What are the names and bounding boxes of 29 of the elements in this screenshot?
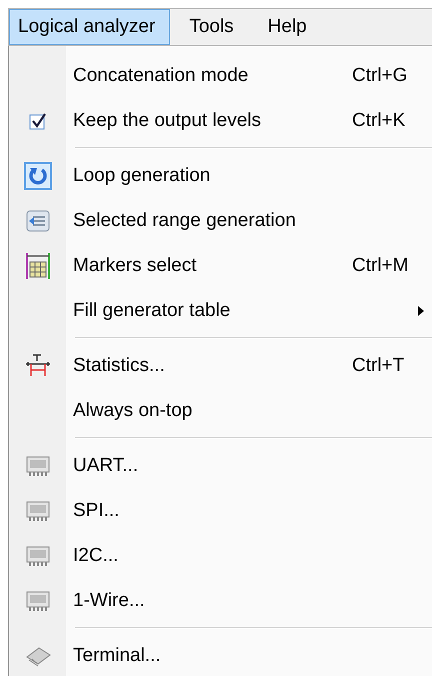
menu-bar-item[interactable]: Help: [254, 9, 322, 45]
menu-item[interactable]: SPI...: [73, 500, 432, 522]
menu-bar-item[interactable]: Tools: [176, 9, 249, 45]
table-markers-icon: [24, 250, 52, 280]
menu-item[interactable]: Markers select: [73, 254, 352, 276]
menu-item[interactable]: Terminal...: [73, 644, 432, 666]
range-icon: [24, 208, 50, 232]
chip-icon: [24, 498, 50, 522]
shortcut-text: Ctrl+K: [352, 110, 406, 132]
menu-item[interactable]: Statistics...: [73, 354, 352, 376]
chip-icon: [24, 644, 52, 666]
submenu-arrow-icon: [418, 306, 424, 316]
menu-item[interactable]: Keep the output levels: [73, 110, 352, 132]
menu-item[interactable]: Concatenation mode: [73, 64, 352, 86]
loop-arrow-icon: [28, 166, 48, 186]
menu-item[interactable]: Loop generation: [73, 164, 432, 186]
shortcut-text: Ctrl+M: [352, 254, 410, 276]
chip-icon: [24, 544, 50, 568]
shortcut-text: Ctrl+G: [352, 64, 408, 86]
chip-icon: [24, 588, 50, 612]
menu-item[interactable]: UART...: [73, 454, 432, 476]
menu-item[interactable]: Fill generator table: [73, 300, 418, 322]
menu-item[interactable]: Selected range generation: [73, 210, 432, 232]
shortcut-text: Ctrl+T: [352, 354, 406, 376]
menu-item[interactable]: Always on-top: [73, 400, 432, 422]
chip-icon: [24, 454, 50, 478]
menu-item[interactable]: I2C...: [73, 544, 432, 566]
menu-bar-item[interactable]: Logical analyzer: [9, 9, 170, 45]
menu-item[interactable]: 1-Wire...: [73, 590, 432, 612]
